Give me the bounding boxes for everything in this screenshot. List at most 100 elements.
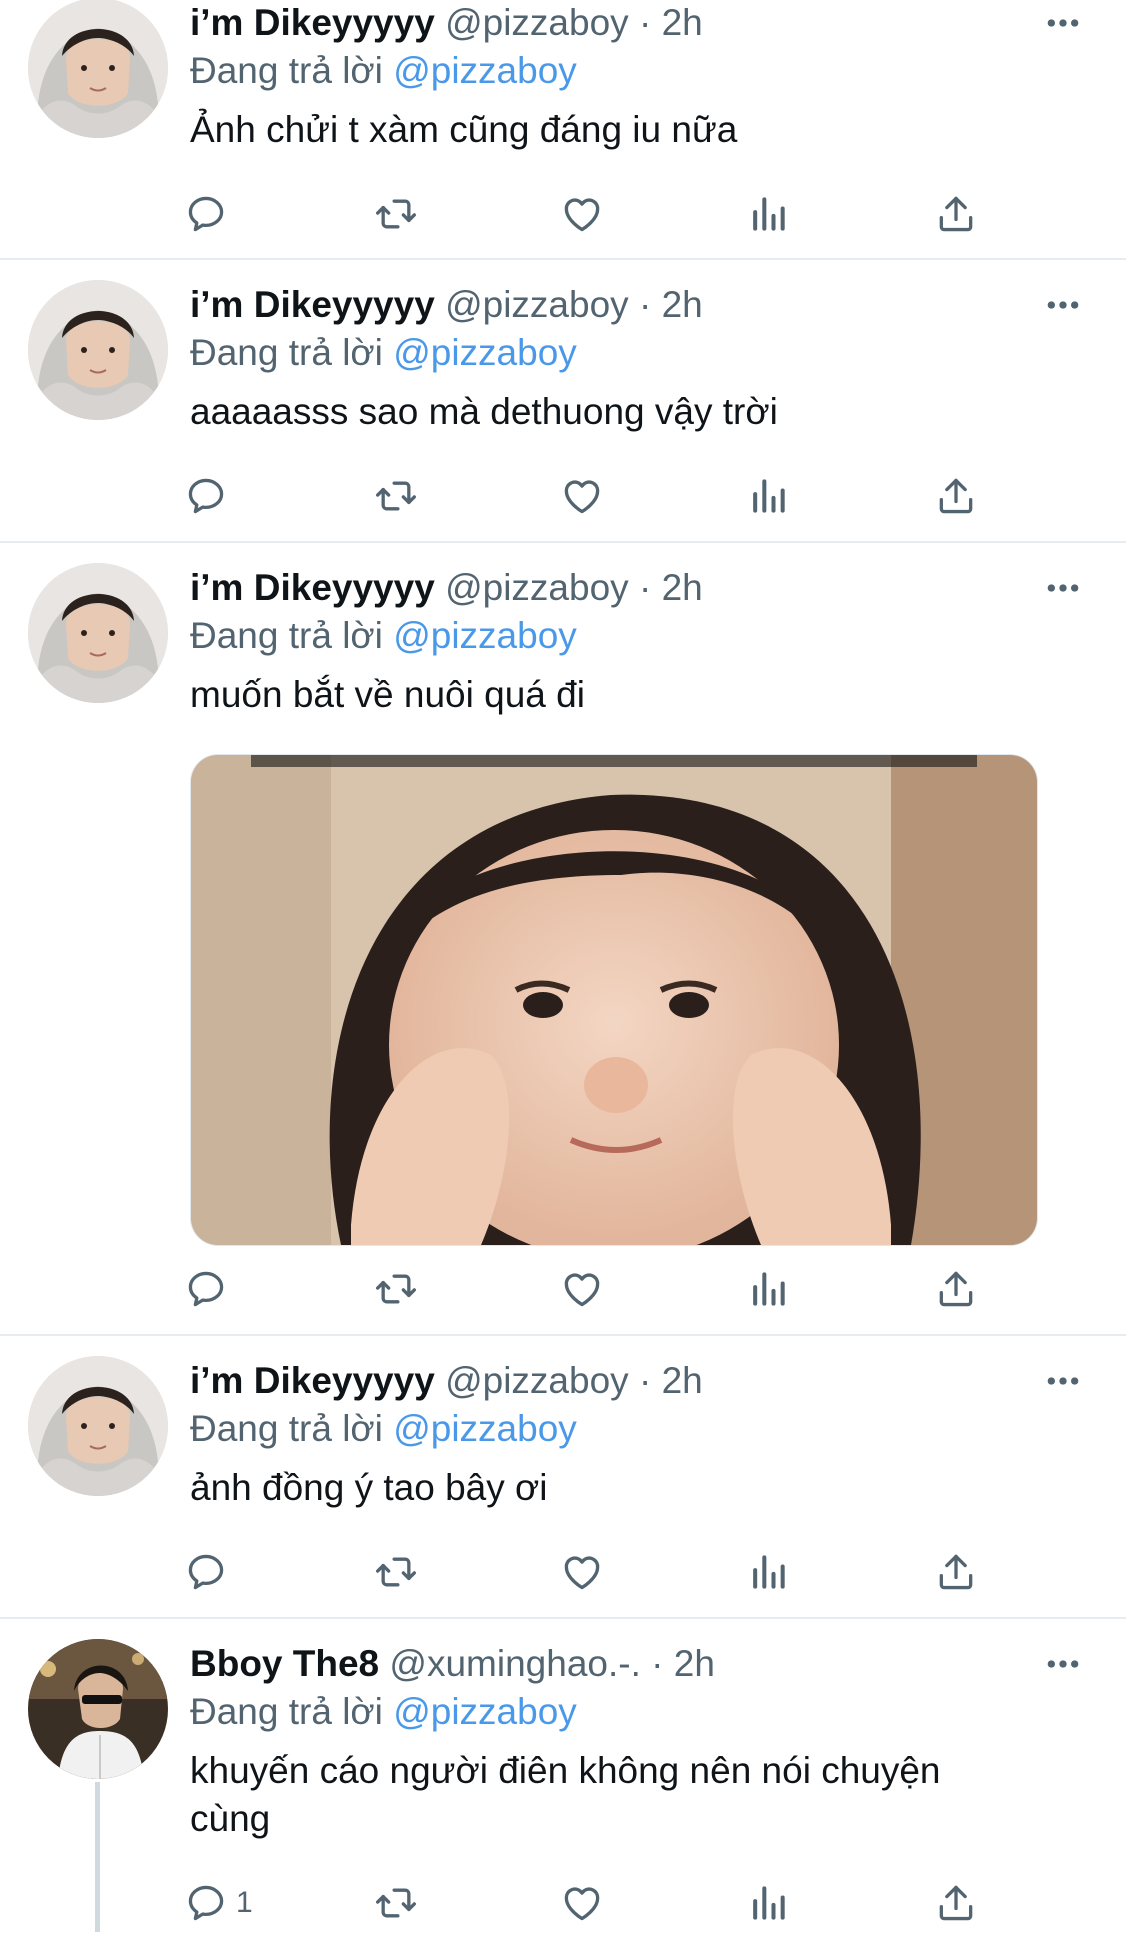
retweet-button[interactable] xyxy=(374,1542,418,1602)
views-button[interactable] xyxy=(746,1873,790,1933)
like-button[interactable] xyxy=(560,1259,604,1319)
replying-to: Đang trả lời @pizzaboy xyxy=(190,48,1086,94)
timestamp[interactable]: 2h xyxy=(662,2,703,43)
tweet-media-image[interactable] xyxy=(190,754,1038,1246)
tweet-text: khuyến cáo người điên không nên nói chuy… xyxy=(190,1750,941,1839)
heart-icon xyxy=(560,1881,604,1925)
more-options-button[interactable] xyxy=(1040,565,1086,611)
views-button[interactable] xyxy=(746,466,790,526)
separator: · xyxy=(638,1360,652,1401)
share-button[interactable] xyxy=(934,184,978,244)
more-options-button[interactable] xyxy=(1040,1358,1086,1404)
retweet-button[interactable] xyxy=(374,184,418,244)
thread-connector-line xyxy=(95,1782,100,1932)
replying-to-label: Đang trả lời xyxy=(190,1408,383,1449)
avatar[interactable] xyxy=(28,563,168,703)
views-icon xyxy=(746,1267,790,1311)
like-button[interactable] xyxy=(560,1542,604,1602)
more-icon xyxy=(1043,1644,1083,1684)
reply-icon xyxy=(184,1267,228,1311)
tweet[interactable]: i’m Dikeyyyyy @pizzaboy · 2h Đang trả lờ… xyxy=(0,258,1126,543)
display-name[interactable]: i’m Dikeyyyyy xyxy=(190,567,435,608)
user-handle[interactable]: @pizzaboy xyxy=(445,284,629,325)
mention-link[interactable]: @pizzaboy xyxy=(393,332,577,373)
share-button[interactable] xyxy=(934,1259,978,1319)
replying-to-label: Đang trả lời xyxy=(190,1691,383,1732)
more-icon xyxy=(1043,568,1083,608)
mention-link[interactable]: @pizzaboy xyxy=(393,1408,577,1449)
timestamp[interactable]: 2h xyxy=(662,1360,703,1401)
heart-icon xyxy=(560,1267,604,1311)
replying-to: Đang trả lời @pizzaboy xyxy=(190,1406,1086,1452)
tweet-header: i’m Dikeyyyyy @pizzaboy · 2h xyxy=(190,565,1086,611)
timestamp[interactable]: 2h xyxy=(674,1643,715,1684)
user-handle[interactable]: @pizzaboy xyxy=(445,567,629,608)
share-button[interactable] xyxy=(934,1873,978,1933)
share-icon xyxy=(934,1881,978,1925)
like-button[interactable] xyxy=(560,466,604,526)
avatar[interactable] xyxy=(28,0,168,138)
tweet-text: Ảnh chửi t xàm cũng đáng iu nữa xyxy=(190,109,738,150)
like-button[interactable] xyxy=(560,184,604,244)
reply-button[interactable] xyxy=(184,1542,236,1602)
tweet[interactable]: i’m Dikeyyyyy @pizzaboy · 2h Đang trả lờ… xyxy=(0,541,1126,1336)
retweet-button[interactable] xyxy=(374,466,418,526)
tweet-actions: 1 xyxy=(190,1873,1050,1933)
reply-button[interactable]: 1 xyxy=(184,1873,253,1933)
tweet-text: ảnh đồng ý tao bây ơi xyxy=(190,1467,548,1508)
user-handle[interactable]: @xuminghao.-. xyxy=(389,1643,640,1684)
reply-icon xyxy=(184,1881,228,1925)
tweet[interactable]: i’m Dikeyyyyy @pizzaboy · 2h Đang trả lờ… xyxy=(0,0,1126,260)
tweet-actions xyxy=(190,1259,1050,1319)
display-name[interactable]: i’m Dikeyyyyy xyxy=(190,284,435,325)
views-button[interactable] xyxy=(746,1542,790,1602)
mention-link[interactable]: @pizzaboy xyxy=(393,1691,577,1732)
photo-image xyxy=(191,755,1037,1245)
views-button[interactable] xyxy=(746,184,790,244)
mention-link[interactable]: @pizzaboy xyxy=(393,615,577,656)
timestamp[interactable]: 2h xyxy=(662,567,703,608)
reply-button[interactable] xyxy=(184,1259,236,1319)
tweet-header: i’m Dikeyyyyy @pizzaboy · 2h xyxy=(190,0,1086,46)
reply-button[interactable] xyxy=(184,466,236,526)
views-icon xyxy=(746,1550,790,1594)
more-options-button[interactable] xyxy=(1040,1641,1086,1687)
mention-link[interactable]: @pizzaboy xyxy=(393,50,577,91)
avatar[interactable] xyxy=(28,1356,168,1496)
share-icon xyxy=(934,192,978,236)
like-button[interactable] xyxy=(560,1873,604,1933)
replying-to: Đang trả lời @pizzaboy xyxy=(190,1689,1086,1735)
retweet-button[interactable] xyxy=(374,1259,418,1319)
heart-icon xyxy=(560,192,604,236)
share-button[interactable] xyxy=(934,1542,978,1602)
tweet[interactable]: i’m Dikeyyyyy @pizzaboy · 2h Đang trả lờ… xyxy=(0,1334,1126,1619)
views-icon xyxy=(746,474,790,518)
reply-count: 1 xyxy=(236,1886,253,1919)
display-name[interactable]: i’m Dikeyyyyy xyxy=(190,1360,435,1401)
views-icon xyxy=(746,192,790,236)
tweet-header: i’m Dikeyyyyy @pizzaboy · 2h xyxy=(190,282,1086,328)
tweet-text: aaaaasss sao mà dethuong vậy trời xyxy=(190,391,778,432)
share-button[interactable] xyxy=(934,466,978,526)
replying-to-label: Đang trả lời xyxy=(190,50,383,91)
tweet-actions xyxy=(190,184,1050,244)
retweet-icon xyxy=(374,1550,418,1594)
user-handle[interactable]: @pizzaboy xyxy=(445,2,629,43)
display-name[interactable]: Bboy The8 xyxy=(190,1643,379,1684)
views-button[interactable] xyxy=(746,1259,790,1319)
reply-icon xyxy=(184,1550,228,1594)
display-name[interactable]: i’m Dikeyyyyy xyxy=(190,2,435,43)
user-handle[interactable]: @pizzaboy xyxy=(445,1360,629,1401)
more-options-button[interactable] xyxy=(1040,282,1086,328)
avatar[interactable] xyxy=(28,280,168,420)
timestamp[interactable]: 2h xyxy=(662,284,703,325)
tweet[interactable]: Bboy The8 @xuminghao.-. · 2h Đang trả lờ… xyxy=(0,1617,1126,1947)
retweet-icon xyxy=(374,1881,418,1925)
more-icon xyxy=(1043,1361,1083,1401)
tweet-actions xyxy=(190,466,1050,526)
separator: · xyxy=(638,2,652,43)
more-options-button[interactable] xyxy=(1040,0,1086,46)
reply-button[interactable] xyxy=(184,184,236,244)
avatar[interactable] xyxy=(28,1639,168,1779)
retweet-button[interactable] xyxy=(374,1873,418,1933)
